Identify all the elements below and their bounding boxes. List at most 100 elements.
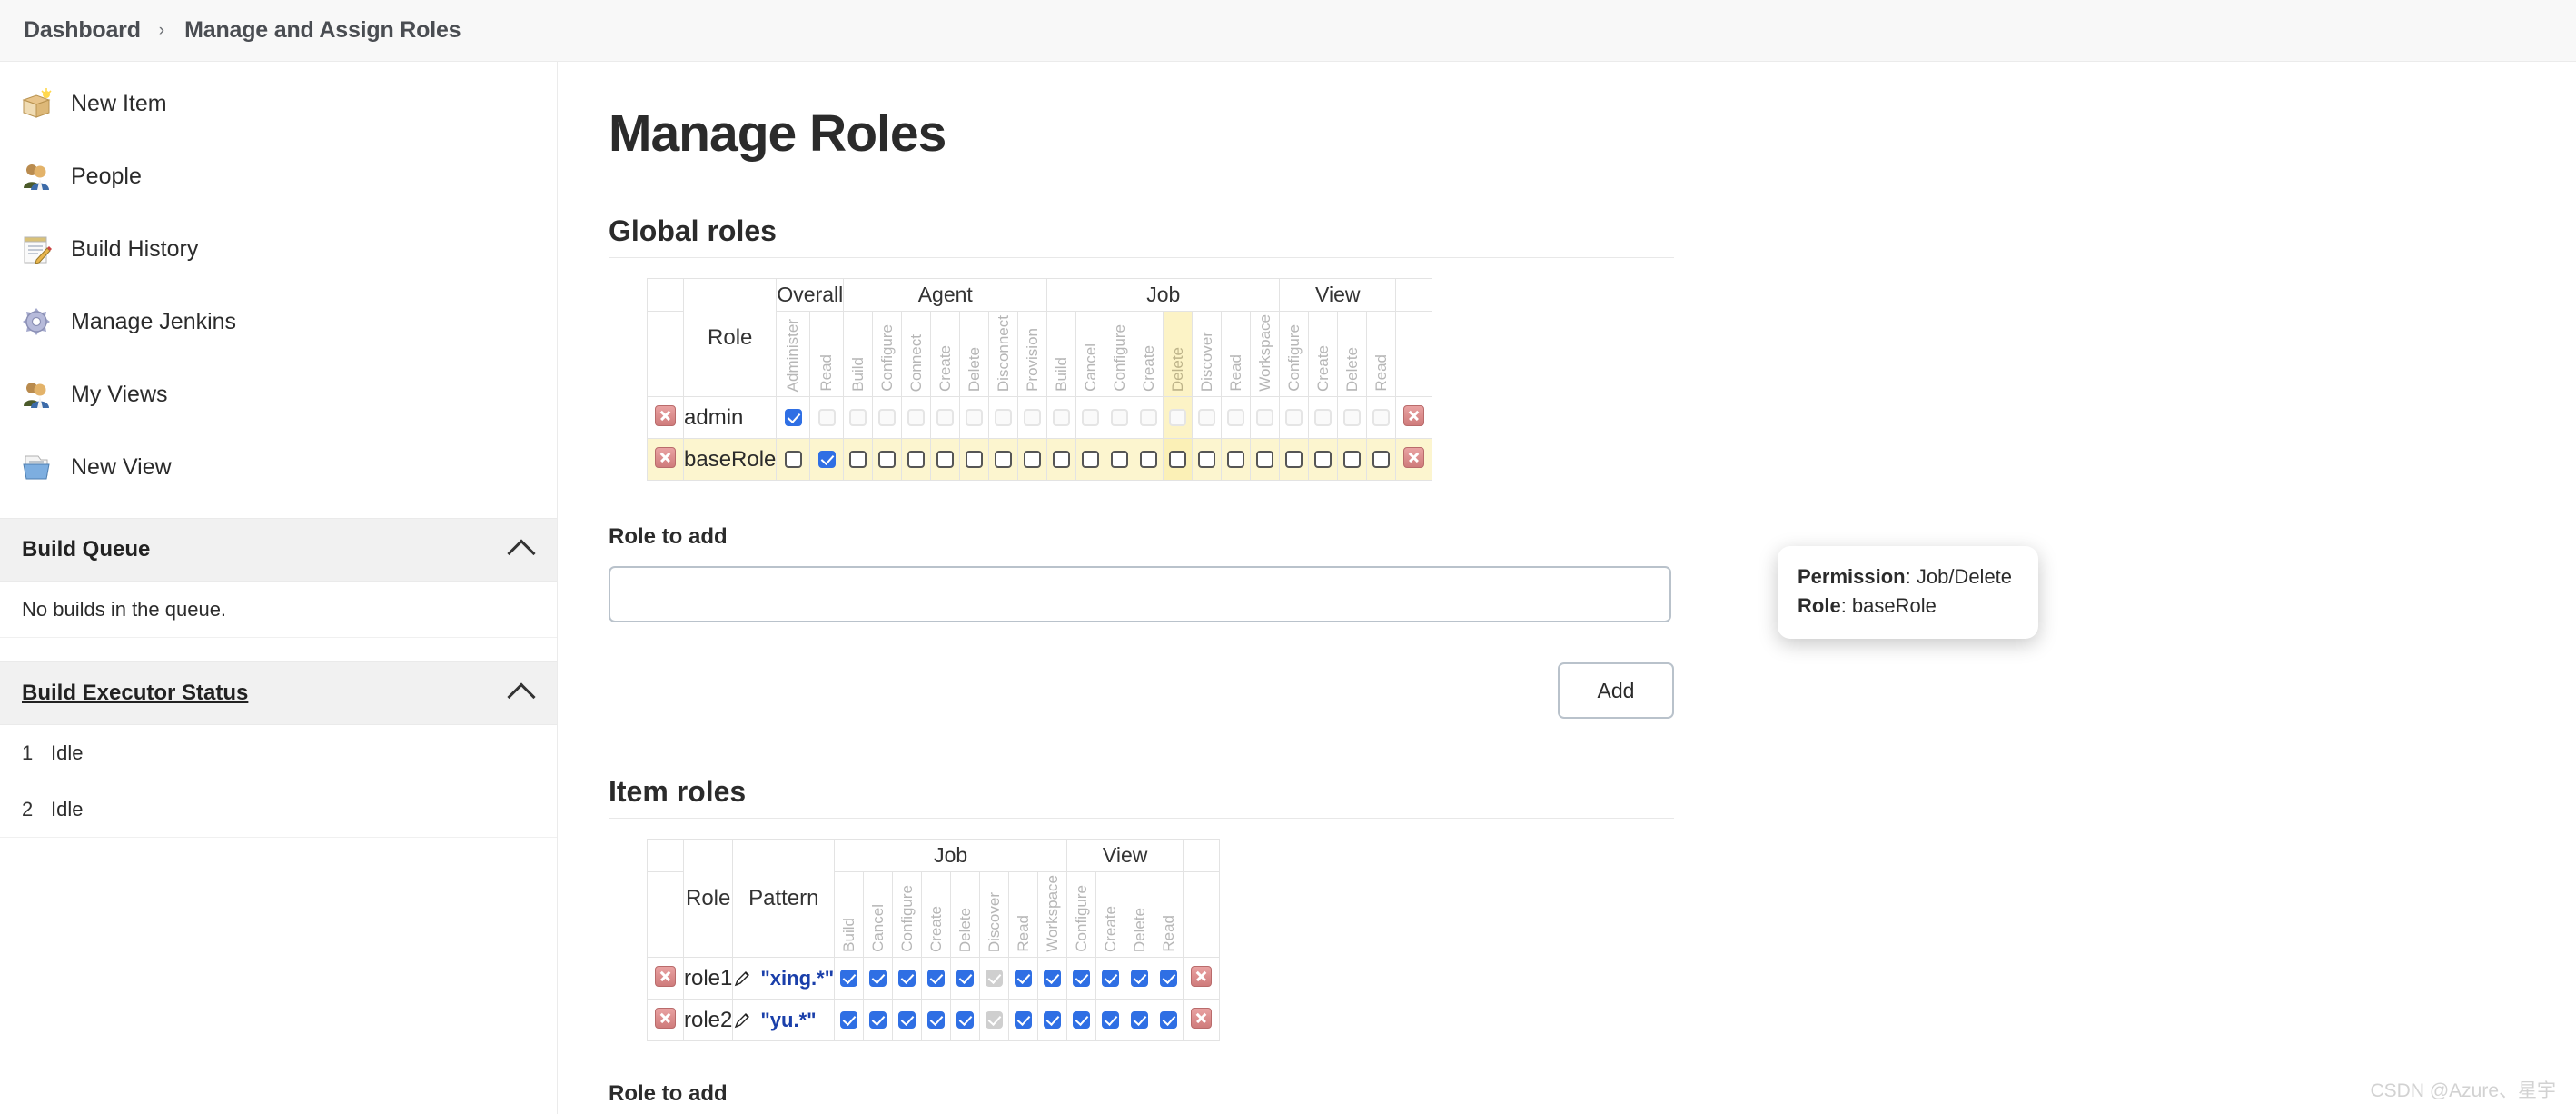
permission-checkbox[interactable] — [1082, 409, 1100, 426]
permission-checkbox[interactable] — [817, 409, 836, 426]
permission-checkbox[interactable] — [1372, 451, 1391, 468]
permission-checkbox[interactable] — [936, 409, 955, 426]
delete-role-button[interactable] — [1403, 446, 1425, 468]
permission-cell[interactable] — [1221, 438, 1252, 481]
sidebar-item-people[interactable]: People — [0, 140, 557, 213]
permission-cell[interactable] — [979, 957, 1010, 1000]
permission-checkbox[interactable] — [966, 409, 984, 426]
permission-cell[interactable] — [901, 438, 932, 481]
permission-checkbox[interactable] — [1024, 409, 1042, 426]
permission-cell[interactable] — [1046, 438, 1077, 481]
permission-cell[interactable] — [892, 957, 923, 1000]
permission-checkbox[interactable] — [907, 409, 926, 426]
permission-cell[interactable] — [979, 999, 1010, 1041]
permission-cell[interactable] — [776, 396, 811, 439]
permission-checkbox[interactable] — [878, 451, 897, 468]
delete-role-button[interactable] — [1191, 1007, 1213, 1029]
edit-pattern-icon[interactable] — [733, 1011, 751, 1029]
sidebar-item-manage-jenkins[interactable]: Manage Jenkins — [0, 285, 557, 358]
permission-cell[interactable] — [959, 438, 990, 481]
permission-cell[interactable] — [834, 999, 865, 1041]
permission-cell[interactable] — [1337, 438, 1368, 481]
edit-pattern-icon[interactable] — [733, 970, 751, 988]
delete-role-button[interactable] — [655, 446, 676, 468]
pattern-cell[interactable]: "yu.*" — [732, 999, 836, 1041]
permission-checkbox[interactable] — [1160, 970, 1178, 987]
permission-checkbox[interactable] — [1044, 970, 1062, 987]
add-button-global[interactable]: Add — [1558, 662, 1674, 719]
permission-checkbox[interactable] — [1140, 409, 1158, 426]
permission-cell[interactable] — [843, 396, 874, 439]
permission-checkbox[interactable] — [1073, 970, 1091, 987]
permission-cell[interactable] — [1095, 957, 1126, 1000]
permission-checkbox[interactable] — [1082, 451, 1100, 468]
permission-checkbox[interactable] — [817, 451, 836, 468]
permission-cell[interactable] — [1037, 999, 1068, 1041]
permission-checkbox[interactable] — [1343, 409, 1362, 426]
permission-cell[interactable] — [1279, 438, 1310, 481]
permission-cell[interactable] — [1337, 396, 1368, 439]
permission-cell[interactable] — [1008, 999, 1039, 1041]
permission-cell[interactable] — [1125, 957, 1155, 1000]
pattern-cell[interactable]: "xing.*" — [732, 957, 836, 1000]
permission-cell[interactable] — [959, 396, 990, 439]
permission-cell[interactable] — [843, 438, 874, 481]
permission-checkbox[interactable] — [898, 1011, 916, 1029]
chevron-up-icon[interactable] — [507, 682, 536, 711]
permission-cell[interactable] — [1279, 396, 1310, 439]
permission-cell[interactable] — [1105, 396, 1135, 439]
permission-checkbox[interactable] — [1256, 409, 1274, 426]
permission-cell[interactable] — [809, 396, 845, 439]
permission-checkbox[interactable] — [1198, 409, 1216, 426]
permission-cell[interactable] — [988, 396, 1019, 439]
delete-role-button[interactable] — [655, 1007, 676, 1029]
permission-cell[interactable] — [1075, 438, 1106, 481]
delete-role-button[interactable] — [655, 404, 676, 426]
permission-cell[interactable] — [1154, 957, 1184, 1000]
permission-checkbox[interactable] — [1198, 451, 1216, 468]
permission-checkbox[interactable] — [927, 1011, 946, 1029]
permission-cell[interactable] — [1308, 438, 1339, 481]
executor-row[interactable]: 2 Idle — [0, 781, 557, 838]
permission-checkbox[interactable] — [1372, 409, 1391, 426]
permission-checkbox[interactable] — [1053, 409, 1071, 426]
permission-checkbox[interactable] — [1227, 451, 1245, 468]
permission-cell[interactable] — [1037, 957, 1068, 1000]
permission-checkbox[interactable] — [1227, 409, 1245, 426]
permission-checkbox[interactable] — [1111, 409, 1129, 426]
permission-checkbox[interactable] — [878, 409, 897, 426]
permission-checkbox[interactable] — [1285, 451, 1303, 468]
permission-cell[interactable] — [1017, 438, 1048, 481]
permission-checkbox[interactable] — [927, 970, 946, 987]
permission-cell[interactable] — [834, 957, 865, 1000]
permission-cell[interactable] — [1046, 396, 1077, 439]
permission-cell[interactable] — [921, 957, 952, 1000]
permission-checkbox[interactable] — [1131, 970, 1149, 987]
permission-checkbox[interactable] — [1044, 1011, 1062, 1029]
sidebar-item-new-item[interactable]: New Item — [0, 67, 557, 140]
permission-cell[interactable] — [809, 438, 845, 481]
sidebar-item-new-view[interactable]: New View — [0, 431, 557, 503]
permission-checkbox[interactable] — [936, 451, 955, 468]
chevron-up-icon[interactable] — [507, 539, 536, 568]
permission-checkbox[interactable] — [966, 451, 984, 468]
permission-checkbox[interactable] — [849, 409, 867, 426]
permission-cell[interactable] — [1008, 957, 1039, 1000]
permission-checkbox[interactable] — [1015, 1011, 1033, 1029]
permission-cell[interactable] — [1095, 999, 1126, 1041]
permission-cell[interactable] — [1066, 957, 1097, 1000]
permission-cell[interactable] — [1308, 396, 1339, 439]
permission-cell[interactable] — [1192, 438, 1223, 481]
permission-checkbox[interactable] — [956, 970, 975, 987]
permission-checkbox[interactable] — [840, 970, 858, 987]
permission-checkbox[interactable] — [1102, 970, 1120, 987]
permission-checkbox[interactable] — [784, 409, 802, 426]
build-executor-status-header[interactable]: Build Executor Status — [0, 661, 557, 725]
permission-checkbox[interactable] — [1073, 1011, 1091, 1029]
permission-checkbox[interactable] — [986, 970, 1004, 987]
permission-cell[interactable] — [872, 438, 903, 481]
permission-cell[interactable] — [1366, 396, 1397, 439]
permission-checkbox[interactable] — [1169, 451, 1187, 468]
permission-cell[interactable] — [1134, 438, 1164, 481]
delete-role-button[interactable] — [1403, 404, 1425, 426]
